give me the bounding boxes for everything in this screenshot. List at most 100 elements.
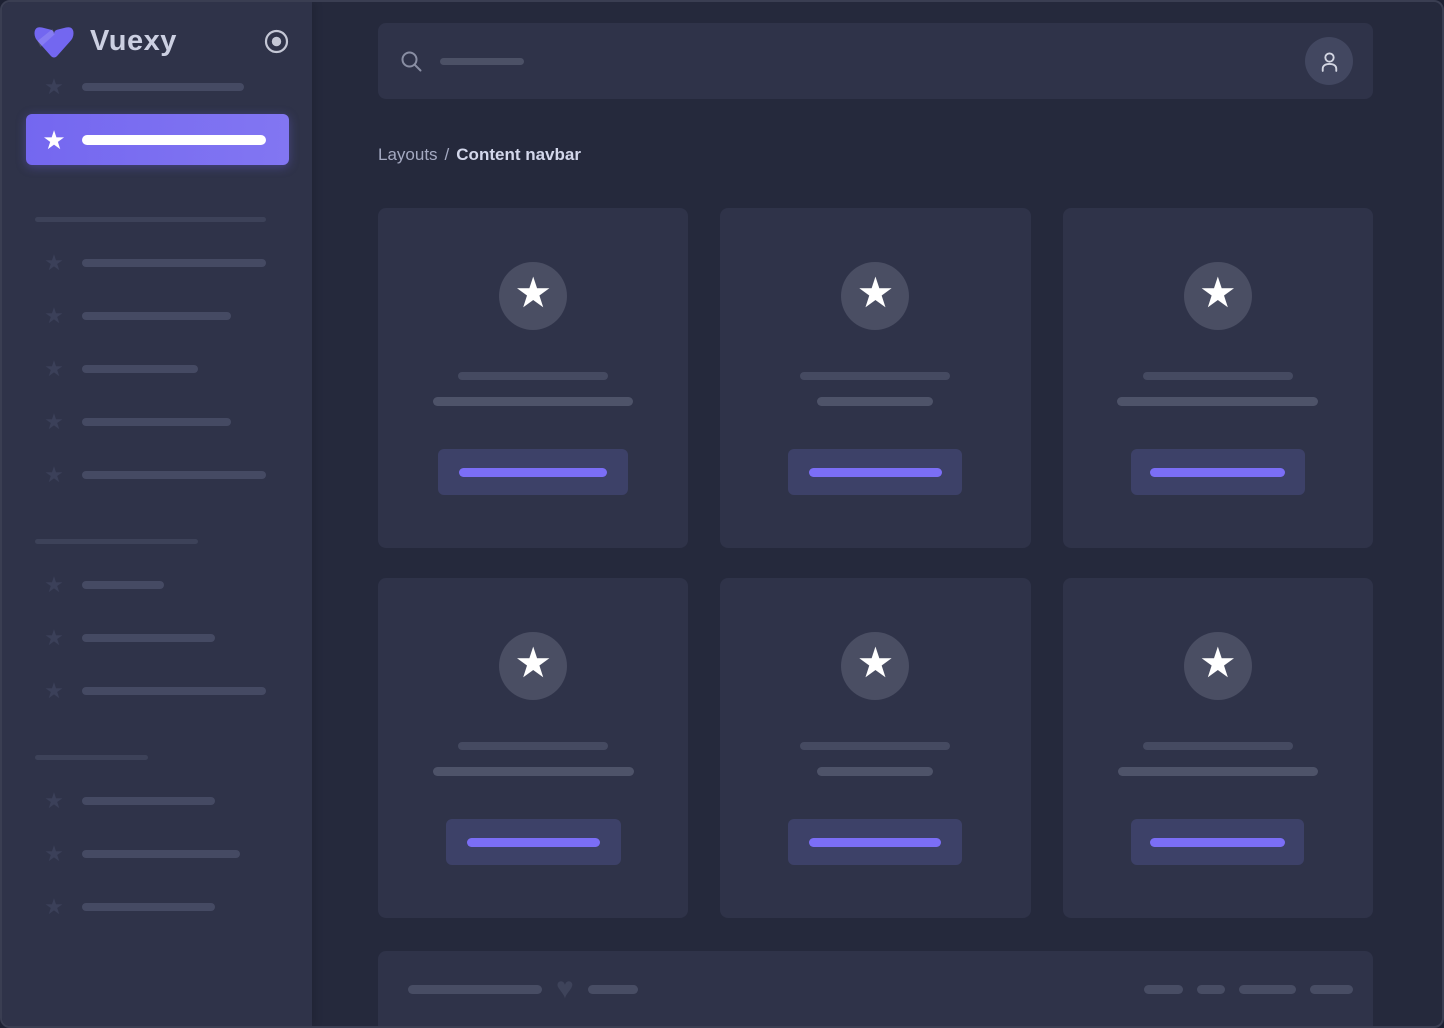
card-button[interactable] [788, 449, 962, 495]
star-icon: ★ [42, 679, 66, 703]
card-title-skeleton [1143, 372, 1293, 380]
card-text-skeleton [433, 397, 633, 406]
star-icon: ★ [514, 642, 552, 684]
footer-skeleton-bar [1144, 985, 1183, 994]
star-icon: ★ [42, 842, 66, 866]
footer-content: ♥ [378, 951, 1373, 1026]
footer-card: ♥ [378, 951, 1373, 1026]
app-window: Vuexy ★ ★ ★ ★ ★ ★ ★ [0, 0, 1444, 1028]
star-icon: ★ [42, 626, 66, 650]
sidebar-item[interactable]: ★ [26, 789, 289, 813]
star-avatar: ★ [841, 632, 909, 700]
button-label-skeleton [1150, 468, 1285, 477]
card-title-skeleton [800, 372, 950, 380]
star-icon: ★ [1199, 642, 1237, 684]
sidebar-item[interactable]: ★ [26, 573, 289, 597]
card-title-skeleton [800, 742, 950, 750]
vuexy-logo-icon [30, 22, 78, 60]
breadcrumb-parent[interactable]: Layouts [378, 145, 438, 165]
menu-label-skeleton [82, 471, 266, 479]
star-icon: ★ [1199, 272, 1237, 314]
star-icon: ★ [42, 895, 66, 919]
sidebar: Vuexy ★ ★ ★ ★ ★ ★ ★ [2, 2, 312, 1026]
sidebar-item[interactable]: ★ [26, 251, 289, 275]
star-avatar: ★ [499, 262, 567, 330]
menu-label-skeleton [82, 581, 164, 589]
card-text-skeleton [817, 397, 933, 406]
card-button[interactable] [446, 819, 621, 865]
card-title-skeleton [1143, 742, 1293, 750]
sidebar-item[interactable]: ★ [26, 842, 289, 866]
menu-label-skeleton [82, 634, 215, 642]
footer-skeleton-bar [1239, 985, 1296, 994]
star-avatar: ★ [841, 262, 909, 330]
breadcrumb-separator: / [445, 145, 450, 165]
sidebar-header: Vuexy [2, 2, 312, 46]
menu-label-skeleton [82, 850, 240, 858]
star-icon: ★ [42, 75, 66, 99]
menu-label-skeleton [82, 83, 244, 91]
sidebar-item[interactable]: ★ [26, 679, 289, 703]
sidebar-item[interactable]: ★ [26, 75, 289, 99]
radio-circle-icon[interactable] [263, 28, 290, 55]
star-icon: ★ [42, 357, 66, 381]
heart-icon: ♥ [556, 974, 574, 1004]
star-avatar: ★ [499, 632, 567, 700]
card: ★ [378, 208, 688, 548]
search-input[interactable] [400, 23, 1305, 99]
star-icon: ★ [42, 573, 66, 597]
card-button[interactable] [788, 819, 962, 865]
star-icon: ★ [857, 272, 895, 314]
star-icon: ★ [42, 410, 66, 434]
footer-left: ♥ [408, 974, 638, 1004]
footer-skeleton-bar [1197, 985, 1225, 994]
card-title-skeleton [458, 742, 608, 750]
section-divider-skeleton [35, 539, 198, 544]
card: ★ [720, 578, 1030, 918]
card: ★ [378, 578, 688, 918]
section-divider-skeleton [35, 217, 266, 222]
sidebar-item[interactable]: ★ [26, 463, 289, 487]
user-avatar[interactable] [1305, 37, 1353, 85]
star-icon: ★ [42, 304, 66, 328]
sidebar-item[interactable]: ★ [26, 895, 289, 919]
top-navbar [378, 23, 1373, 99]
star-avatar: ★ [1184, 262, 1252, 330]
sidebar-item[interactable]: ★ [26, 410, 289, 434]
button-label-skeleton [809, 468, 942, 477]
card-text-skeleton [1118, 767, 1318, 776]
card-title-skeleton [458, 372, 608, 380]
menu-label-skeleton [82, 687, 266, 695]
cards-grid: ★ ★ ★ ★ [378, 208, 1373, 918]
sidebar-nav: ★ ★ ★ ★ ★ ★ ★ ★ ★ ★ ★ ★ [2, 46, 312, 919]
sidebar-item-active[interactable]: ★ [26, 114, 289, 165]
menu-label-skeleton [82, 797, 215, 805]
section-divider-skeleton [35, 755, 148, 760]
main-content: Layouts / Content navbar ★ ★ ★ [312, 2, 1442, 1026]
menu-label-skeleton [82, 135, 266, 145]
menu-label-skeleton [82, 418, 231, 426]
star-icon: ★ [857, 642, 895, 684]
card-button[interactable] [1131, 449, 1305, 495]
card-text-skeleton [817, 767, 933, 776]
star-icon: ★ [514, 272, 552, 314]
sidebar-item[interactable]: ★ [26, 357, 289, 381]
card-button[interactable] [1131, 819, 1304, 865]
card: ★ [1063, 578, 1373, 918]
breadcrumb: Layouts / Content navbar [378, 145, 1373, 165]
sidebar-item[interactable]: ★ [26, 304, 289, 328]
button-label-skeleton [467, 838, 600, 847]
menu-label-skeleton [82, 365, 198, 373]
card-button[interactable] [438, 449, 628, 495]
menu-label-skeleton [82, 312, 231, 320]
sidebar-item[interactable]: ★ [26, 626, 289, 650]
menu-label-skeleton [82, 903, 215, 911]
star-icon: ★ [42, 251, 66, 275]
breadcrumb-current: Content navbar [456, 145, 581, 165]
star-icon: ★ [42, 128, 66, 152]
card: ★ [720, 208, 1030, 548]
footer-skeleton-bar [408, 985, 542, 994]
button-label-skeleton [1150, 838, 1285, 847]
button-label-skeleton [809, 838, 941, 847]
card: ★ [1063, 208, 1373, 548]
